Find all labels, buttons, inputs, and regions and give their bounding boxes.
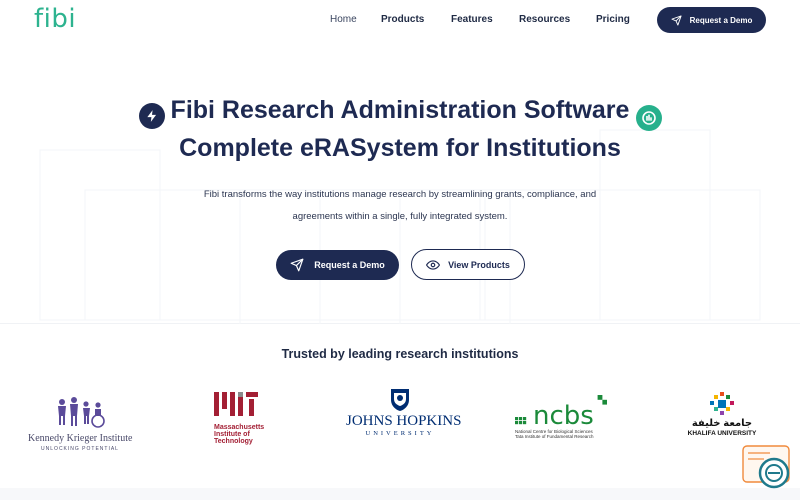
floating-help-widget[interactable] <box>742 445 792 493</box>
ncbs-corner-squares-icon <box>597 395 607 405</box>
hero-title-line1: Fibi Research Administration Software <box>170 96 630 124</box>
johns-hopkins-logo: JOHNS HOPKINS UNIVERSITY <box>346 388 462 440</box>
jhu-name: JOHNS HOPKINS <box>346 413 462 429</box>
hero-background-pattern <box>39 129 761 324</box>
fibi-logo[interactable]: fibi <box>34 4 76 34</box>
kki-figures-icon <box>58 397 105 428</box>
nav-products[interactable]: Products <box>381 14 424 25</box>
hero-section: Fibi Research Administration Software Co… <box>0 40 800 324</box>
kki-tagline: UNLOCKING POTENTIAL <box>41 446 119 452</box>
mit-line2: Institute of <box>214 431 250 438</box>
view-products-label: View Products <box>448 259 510 270</box>
ku-arabic: جامعة خليفة <box>691 418 753 429</box>
bottom-section-edge <box>0 488 800 500</box>
khalifa-university-logo: جامعة خليفة KHALIFA UNIVERSITY <box>682 392 762 444</box>
jhu-sub: UNIVERSITY <box>365 430 435 437</box>
mit-logo: Massachusetts Institute of Technology <box>214 392 278 445</box>
top-navbar: fibi Home Products Features Resources Pr… <box>0 0 800 40</box>
ncbs-squares-icon <box>515 417 527 425</box>
hero-title: Fibi Research Administration Software Co… <box>0 91 800 167</box>
kennedy-krieger-logo: Kennedy Krieger Institute UNLOCKING POTE… <box>28 396 133 452</box>
view-products-button[interactable]: View Products <box>411 249 525 280</box>
hero-subtitle: Fibi transforms the way institutions man… <box>203 189 597 222</box>
ncbs-line2: Tata Institute of Fundamental Research <box>515 434 594 439</box>
mit-line1: Massachusetts <box>214 424 265 431</box>
ku-name: KHALIFA UNIVERSITY <box>687 430 757 437</box>
send-icon <box>290 258 304 272</box>
nav-features[interactable]: Features <box>451 14 493 25</box>
send-icon <box>671 14 682 26</box>
hero-title-line2: Complete eRASystem for Institutions <box>179 134 621 162</box>
mit-line3: Technology <box>214 438 253 445</box>
nav-home[interactable]: Home <box>330 14 357 25</box>
eye-icon <box>426 259 441 270</box>
jhu-shield-icon <box>391 389 409 411</box>
request-demo-label: Request a Demo <box>314 260 385 270</box>
kki-name: Kennedy Krieger Institute <box>28 433 133 444</box>
mit-mark-icon <box>214 392 258 416</box>
request-demo-nav-label: Request a Demo <box>689 15 753 25</box>
nav-pricing[interactable]: Pricing <box>596 14 630 25</box>
request-demo-nav-button[interactable]: Request a Demo <box>657 7 766 33</box>
trusted-title: Trusted by leading research institutions <box>281 347 519 361</box>
ncbs-mark: ncbs <box>532 401 594 431</box>
request-demo-button[interactable]: Request a Demo <box>276 250 399 280</box>
nav-resources[interactable]: Resources <box>519 14 570 25</box>
ku-emblem-icon <box>710 392 734 415</box>
chat-widget-icon <box>742 445 790 489</box>
ncbs-logo: ncbs National Centre for Biological Scie… <box>515 393 607 441</box>
